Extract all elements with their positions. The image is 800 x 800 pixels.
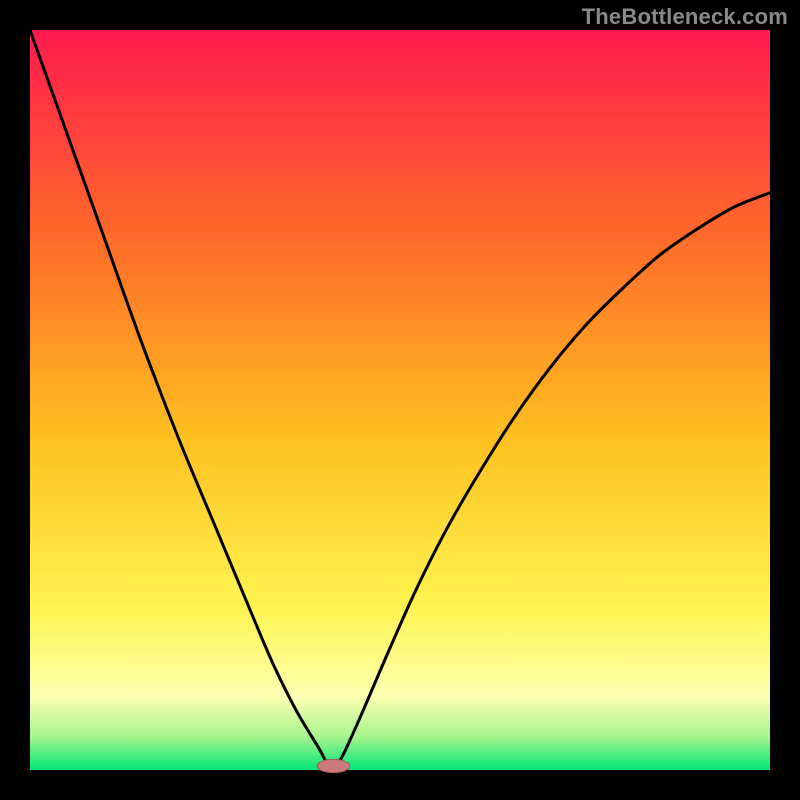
optimum-marker	[317, 759, 350, 772]
plot-area	[30, 30, 770, 770]
watermark-text: TheBottleneck.com	[582, 4, 788, 30]
bottleneck-chart: TheBottleneck.com	[0, 0, 800, 800]
chart-svg	[0, 0, 800, 800]
